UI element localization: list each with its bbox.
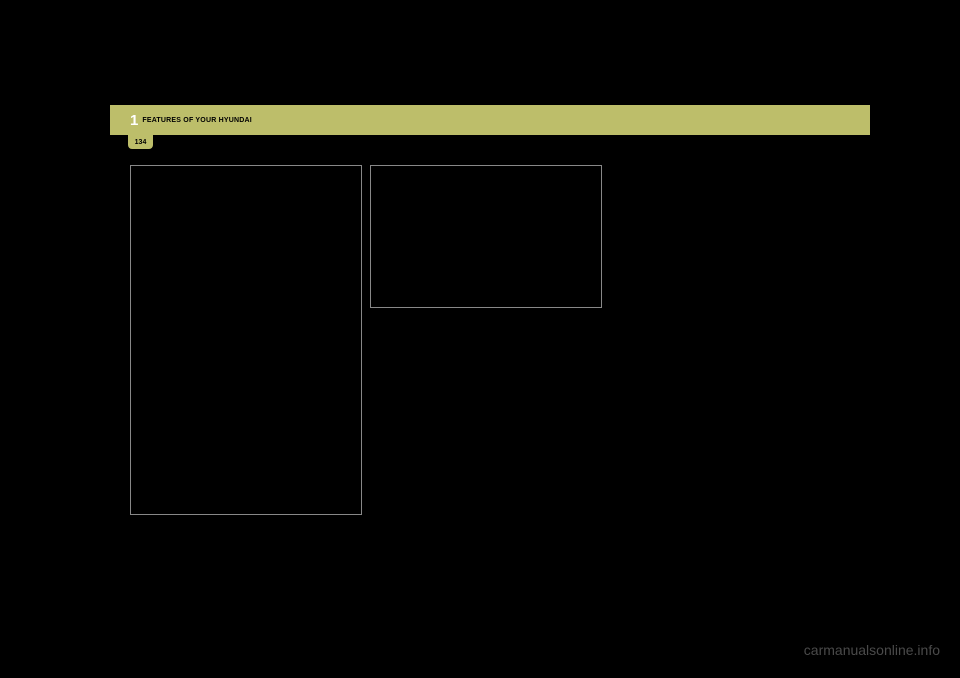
chapter-number: 1	[130, 112, 138, 129]
page-container: 1 FEATURES OF YOUR HYUNDAI 134	[110, 105, 870, 165]
header-bar: 1 FEATURES OF YOUR HYUNDAI	[110, 105, 870, 135]
content-box-left	[130, 165, 362, 515]
page-number-tab: 134	[128, 135, 153, 149]
chapter-title: FEATURES OF YOUR HYUNDAI	[142, 117, 252, 124]
content-box-right	[370, 165, 602, 308]
watermark-text: carmanualsonline.info	[804, 642, 940, 658]
page-number: 134	[135, 139, 147, 146]
